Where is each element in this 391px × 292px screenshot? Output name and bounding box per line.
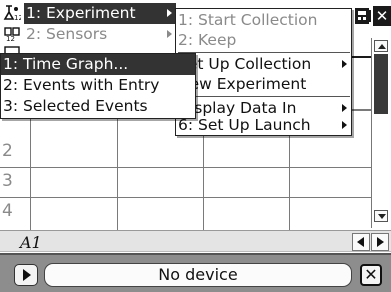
menu-separator <box>178 96 350 97</box>
cell-reference[interactable]: A1 <box>20 233 42 252</box>
table-row[interactable]: 2 <box>0 138 372 168</box>
experiment-submenu: 1: Start Collection 2: Keep Set Up Colle… <box>175 8 352 136</box>
menu-item-selected-events[interactable]: 3: Selected Events <box>1 96 195 117</box>
arrow-left-icon[interactable] <box>352 233 370 251</box>
menu-item-label: 2: Events with Entry <box>3 76 160 94</box>
row-number: 2 <box>2 141 13 161</box>
menu-item-label: New Experiment <box>178 75 307 93</box>
menu-item-label: 1: Experiment <box>26 4 136 22</box>
submenu-arrow-icon <box>167 9 172 17</box>
menu-item-keep: 2: Keep <box>176 30 351 51</box>
row-number: 4 <box>2 201 13 221</box>
menu-item-sensors: 2: Sensors <box>24 24 176 45</box>
scroll-up-icon[interactable] <box>374 40 388 52</box>
submenu-arrow-icon <box>342 121 347 129</box>
submenu-arrow-icon <box>342 104 347 112</box>
menu-item-label: Set Up Collection <box>178 55 312 73</box>
menu-item-experiment[interactable]: 1: Experiment <box>24 3 176 24</box>
main-menu: 12 1: Experiment 12 2: Sensors <box>0 0 176 58</box>
collection-mode-submenu: 1: Time Graph... 2: Events with Entry 3:… <box>0 53 196 119</box>
device-status-field[interactable]: No device <box>44 263 352 287</box>
table-row[interactable]: 4 <box>0 198 372 229</box>
scroll-down-icon[interactable] <box>374 210 388 222</box>
row-number: 3 <box>2 171 13 191</box>
close-document-icon[interactable]: ✕ <box>373 6 391 26</box>
vertical-scrollbar[interactable] <box>371 38 391 228</box>
arrow-right-icon[interactable] <box>371 233 389 251</box>
menu-item-label: 6: Set Up Launch <box>178 116 311 134</box>
status-bar: No device ✕ <box>0 253 391 292</box>
sensors-icon: 12 <box>3 25 21 43</box>
svg-text:12: 12 <box>6 35 15 42</box>
menu-item-label: 2: Sensors <box>26 25 108 43</box>
scrollbar-thumb[interactable] <box>374 54 388 114</box>
menu-separator <box>178 52 350 53</box>
menu-item-start-collection: 1: Start Collection <box>176 10 351 31</box>
menu-item-events-with-entry[interactable]: 2: Events with Entry <box>1 75 195 96</box>
menu-item-set-up-launch[interactable]: 6: Set Up Launch <box>176 115 351 136</box>
menu-item-label: 2: Keep <box>178 31 237 49</box>
calculator-icon[interactable] <box>354 5 372 27</box>
menu-item-label: 1: Time Graph... <box>3 55 129 73</box>
table-row[interactable]: 3 <box>0 168 372 198</box>
menu-item-label: 3: Selected Events <box>3 97 148 115</box>
svg-text:12: 12 <box>14 14 21 21</box>
menu-item-time-graph[interactable]: 1: Time Graph... <box>1 54 195 75</box>
experiment-icon: 12 <box>3 4 23 22</box>
close-app-button[interactable]: ✕ <box>360 264 382 286</box>
menu-item-set-up-collection[interactable]: Set Up Collection <box>176 54 351 75</box>
menu-item-new-experiment[interactable]: New Experiment <box>176 74 351 95</box>
submenu-arrow-icon <box>167 30 172 38</box>
menu-item-label: 1: Start Collection <box>178 11 318 29</box>
submenu-arrow-icon <box>342 60 347 68</box>
cell-reference-bar: A1 <box>0 230 391 252</box>
play-icon[interactable] <box>14 264 38 286</box>
